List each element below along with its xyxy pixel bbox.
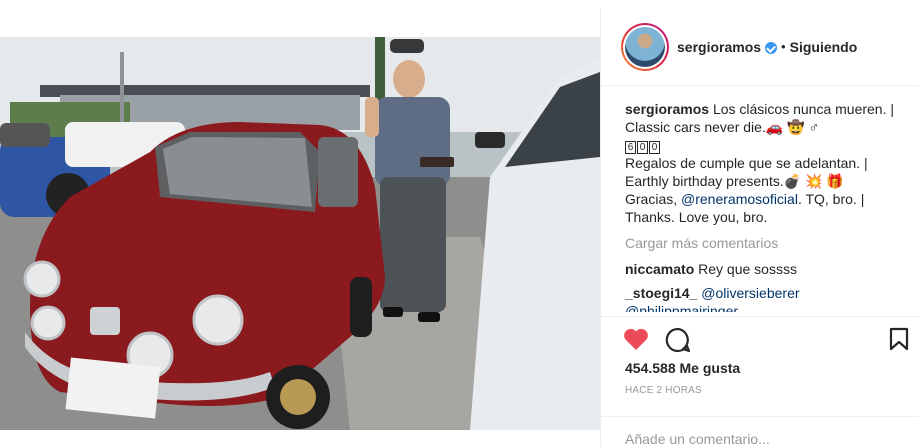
caption-line: Los clásicos nunca mueren. | [712,101,895,117]
add-comment-bar [601,416,919,447]
like-count[interactable]: 454.588 Me gusta [625,360,740,376]
post-photo[interactable] [0,37,600,430]
caption-boxed-number: 600 [625,136,915,154]
caption-text: Gracias, [625,191,682,207]
caption-line: Classic cars never die.🚗 🤠 ♂ [625,119,819,135]
heart-icon[interactable] [623,327,649,351]
mention-link[interactable]: @reneramosoficial [681,191,798,207]
comment-username[interactable]: _stoegi14_ [625,285,697,301]
comment-item: _stoegi14_ @oliversieberer [625,284,915,302]
comment-username[interactable]: niccamato [625,261,694,277]
post-side-panel: sergioramos • Siguiendo sergioramos Los … [600,8,919,447]
following-button[interactable]: Siguiendo [790,39,858,55]
verified-badge-icon [765,41,778,54]
mention-link[interactable]: @philippmairinger [625,303,738,312]
comment-text: Rey que sossss [698,261,797,277]
post-header: sergioramos • Siguiendo [601,8,919,86]
post-caption: sergioramos Los clásicos nunca mueren. |… [625,100,915,226]
caption-line: Regalos de cumple que se adelantan. | [625,155,868,171]
comments-area: sergioramos Los clásicos nunca mueren. |… [625,100,915,318]
bookmark-icon[interactable] [889,327,909,351]
comment-item: @philippmairinger [625,302,915,312]
add-comment-input[interactable] [625,431,885,447]
caption-line: Earthly birthday presents.💣 💥 🎁 [625,173,844,189]
caption-line: Thanks. Love you, bro. [625,209,768,225]
post-timestamp[interactable]: HACE 2 HORAS [625,385,702,396]
header-username[interactable]: sergioramos [677,39,761,55]
action-bar [601,316,919,356]
caption-text: . TQ, bro. | [797,191,865,207]
comment-item: niccamato Rey que sossss [625,260,915,278]
comment-bubble-icon[interactable] [665,327,691,353]
load-more-comments-button[interactable]: Cargar más comentarios [625,234,915,252]
avatar[interactable] [621,22,669,71]
avatar-image [625,26,665,67]
follow-separator: • [781,39,786,54]
mention-link[interactable]: @oliversieberer [701,285,799,301]
caption-username[interactable]: sergioramos [625,101,709,117]
post-photo-illustration [0,37,600,430]
